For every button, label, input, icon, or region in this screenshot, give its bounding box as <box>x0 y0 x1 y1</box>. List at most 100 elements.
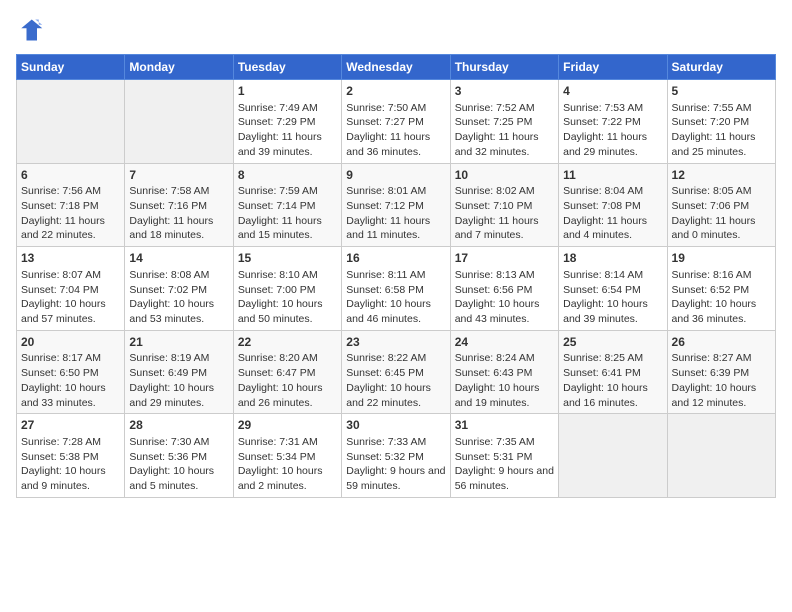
day-number: 17 <box>455 250 554 267</box>
day-detail: Sunrise: 8:10 AM Sunset: 7:00 PM Dayligh… <box>238 268 337 327</box>
day-number: 5 <box>672 83 771 100</box>
day-number: 24 <box>455 334 554 351</box>
day-number: 26 <box>672 334 771 351</box>
calendar-cell: 4Sunrise: 7:53 AM Sunset: 7:22 PM Daylig… <box>559 80 667 164</box>
day-detail: Sunrise: 7:33 AM Sunset: 5:32 PM Dayligh… <box>346 435 445 494</box>
day-number: 30 <box>346 417 445 434</box>
day-header-wednesday: Wednesday <box>342 55 450 80</box>
day-number: 15 <box>238 250 337 267</box>
calendar-cell: 27Sunrise: 7:28 AM Sunset: 5:38 PM Dayli… <box>17 414 125 498</box>
calendar-cell: 30Sunrise: 7:33 AM Sunset: 5:32 PM Dayli… <box>342 414 450 498</box>
calendar-cell: 28Sunrise: 7:30 AM Sunset: 5:36 PM Dayli… <box>125 414 233 498</box>
day-header-friday: Friday <box>559 55 667 80</box>
day-detail: Sunrise: 8:13 AM Sunset: 6:56 PM Dayligh… <box>455 268 554 327</box>
calendar-cell: 9Sunrise: 8:01 AM Sunset: 7:12 PM Daylig… <box>342 163 450 247</box>
calendar-cell: 1Sunrise: 7:49 AM Sunset: 7:29 PM Daylig… <box>233 80 341 164</box>
day-number: 19 <box>672 250 771 267</box>
calendar-cell: 2Sunrise: 7:50 AM Sunset: 7:27 PM Daylig… <box>342 80 450 164</box>
calendar-cell: 29Sunrise: 7:31 AM Sunset: 5:34 PM Dayli… <box>233 414 341 498</box>
calendar-cell <box>667 414 775 498</box>
day-number: 9 <box>346 167 445 184</box>
day-detail: Sunrise: 7:50 AM Sunset: 7:27 PM Dayligh… <box>346 101 445 160</box>
day-number: 6 <box>21 167 120 184</box>
day-detail: Sunrise: 8:27 AM Sunset: 6:39 PM Dayligh… <box>672 351 771 410</box>
day-number: 23 <box>346 334 445 351</box>
calendar-cell <box>559 414 667 498</box>
calendar-cell: 19Sunrise: 8:16 AM Sunset: 6:52 PM Dayli… <box>667 247 775 331</box>
calendar-cell: 15Sunrise: 8:10 AM Sunset: 7:00 PM Dayli… <box>233 247 341 331</box>
calendar-cell: 21Sunrise: 8:19 AM Sunset: 6:49 PM Dayli… <box>125 330 233 414</box>
day-number: 16 <box>346 250 445 267</box>
day-detail: Sunrise: 8:01 AM Sunset: 7:12 PM Dayligh… <box>346 184 445 243</box>
day-detail: Sunrise: 7:53 AM Sunset: 7:22 PM Dayligh… <box>563 101 662 160</box>
day-detail: Sunrise: 8:02 AM Sunset: 7:10 PM Dayligh… <box>455 184 554 243</box>
day-detail: Sunrise: 7:58 AM Sunset: 7:16 PM Dayligh… <box>129 184 228 243</box>
day-number: 29 <box>238 417 337 434</box>
calendar-week-row: 13Sunrise: 8:07 AM Sunset: 7:04 PM Dayli… <box>17 247 776 331</box>
calendar-cell: 17Sunrise: 8:13 AM Sunset: 6:56 PM Dayli… <box>450 247 558 331</box>
day-number: 28 <box>129 417 228 434</box>
page-header <box>16 16 776 44</box>
calendar-cell <box>125 80 233 164</box>
day-number: 27 <box>21 417 120 434</box>
calendar-cell: 11Sunrise: 8:04 AM Sunset: 7:08 PM Dayli… <box>559 163 667 247</box>
day-number: 22 <box>238 334 337 351</box>
calendar-table: SundayMondayTuesdayWednesdayThursdayFrid… <box>16 54 776 498</box>
day-header-tuesday: Tuesday <box>233 55 341 80</box>
day-detail: Sunrise: 7:35 AM Sunset: 5:31 PM Dayligh… <box>455 435 554 494</box>
day-detail: Sunrise: 8:17 AM Sunset: 6:50 PM Dayligh… <box>21 351 120 410</box>
calendar-cell: 24Sunrise: 8:24 AM Sunset: 6:43 PM Dayli… <box>450 330 558 414</box>
day-header-monday: Monday <box>125 55 233 80</box>
calendar-cell: 31Sunrise: 7:35 AM Sunset: 5:31 PM Dayli… <box>450 414 558 498</box>
calendar-week-row: 20Sunrise: 8:17 AM Sunset: 6:50 PM Dayli… <box>17 330 776 414</box>
day-number: 8 <box>238 167 337 184</box>
day-detail: Sunrise: 8:11 AM Sunset: 6:58 PM Dayligh… <box>346 268 445 327</box>
calendar-cell: 16Sunrise: 8:11 AM Sunset: 6:58 PM Dayli… <box>342 247 450 331</box>
logo-icon <box>16 16 44 44</box>
day-number: 3 <box>455 83 554 100</box>
calendar-header-row: SundayMondayTuesdayWednesdayThursdayFrid… <box>17 55 776 80</box>
day-header-thursday: Thursday <box>450 55 558 80</box>
calendar-cell: 25Sunrise: 8:25 AM Sunset: 6:41 PM Dayli… <box>559 330 667 414</box>
day-number: 20 <box>21 334 120 351</box>
calendar-cell: 20Sunrise: 8:17 AM Sunset: 6:50 PM Dayli… <box>17 330 125 414</box>
day-detail: Sunrise: 8:19 AM Sunset: 6:49 PM Dayligh… <box>129 351 228 410</box>
day-detail: Sunrise: 7:30 AM Sunset: 5:36 PM Dayligh… <box>129 435 228 494</box>
calendar-week-row: 1Sunrise: 7:49 AM Sunset: 7:29 PM Daylig… <box>17 80 776 164</box>
day-header-saturday: Saturday <box>667 55 775 80</box>
day-number: 18 <box>563 250 662 267</box>
day-detail: Sunrise: 7:55 AM Sunset: 7:20 PM Dayligh… <box>672 101 771 160</box>
day-number: 4 <box>563 83 662 100</box>
day-number: 13 <box>21 250 120 267</box>
calendar-cell: 13Sunrise: 8:07 AM Sunset: 7:04 PM Dayli… <box>17 247 125 331</box>
calendar-week-row: 6Sunrise: 7:56 AM Sunset: 7:18 PM Daylig… <box>17 163 776 247</box>
day-detail: Sunrise: 7:59 AM Sunset: 7:14 PM Dayligh… <box>238 184 337 243</box>
calendar-cell <box>17 80 125 164</box>
day-number: 7 <box>129 167 228 184</box>
day-header-sunday: Sunday <box>17 55 125 80</box>
day-detail: Sunrise: 7:56 AM Sunset: 7:18 PM Dayligh… <box>21 184 120 243</box>
day-detail: Sunrise: 8:04 AM Sunset: 7:08 PM Dayligh… <box>563 184 662 243</box>
calendar-cell: 7Sunrise: 7:58 AM Sunset: 7:16 PM Daylig… <box>125 163 233 247</box>
day-detail: Sunrise: 7:28 AM Sunset: 5:38 PM Dayligh… <box>21 435 120 494</box>
day-number: 2 <box>346 83 445 100</box>
day-number: 1 <box>238 83 337 100</box>
day-detail: Sunrise: 8:22 AM Sunset: 6:45 PM Dayligh… <box>346 351 445 410</box>
day-detail: Sunrise: 7:49 AM Sunset: 7:29 PM Dayligh… <box>238 101 337 160</box>
calendar-cell: 6Sunrise: 7:56 AM Sunset: 7:18 PM Daylig… <box>17 163 125 247</box>
day-detail: Sunrise: 7:52 AM Sunset: 7:25 PM Dayligh… <box>455 101 554 160</box>
day-number: 14 <box>129 250 228 267</box>
day-detail: Sunrise: 8:05 AM Sunset: 7:06 PM Dayligh… <box>672 184 771 243</box>
calendar-cell: 8Sunrise: 7:59 AM Sunset: 7:14 PM Daylig… <box>233 163 341 247</box>
day-detail: Sunrise: 7:31 AM Sunset: 5:34 PM Dayligh… <box>238 435 337 494</box>
logo <box>16 16 48 44</box>
day-number: 21 <box>129 334 228 351</box>
day-detail: Sunrise: 8:20 AM Sunset: 6:47 PM Dayligh… <box>238 351 337 410</box>
calendar-week-row: 27Sunrise: 7:28 AM Sunset: 5:38 PM Dayli… <box>17 414 776 498</box>
day-detail: Sunrise: 8:14 AM Sunset: 6:54 PM Dayligh… <box>563 268 662 327</box>
day-detail: Sunrise: 8:25 AM Sunset: 6:41 PM Dayligh… <box>563 351 662 410</box>
calendar-cell: 14Sunrise: 8:08 AM Sunset: 7:02 PM Dayli… <box>125 247 233 331</box>
day-number: 25 <box>563 334 662 351</box>
day-detail: Sunrise: 8:24 AM Sunset: 6:43 PM Dayligh… <box>455 351 554 410</box>
day-number: 11 <box>563 167 662 184</box>
